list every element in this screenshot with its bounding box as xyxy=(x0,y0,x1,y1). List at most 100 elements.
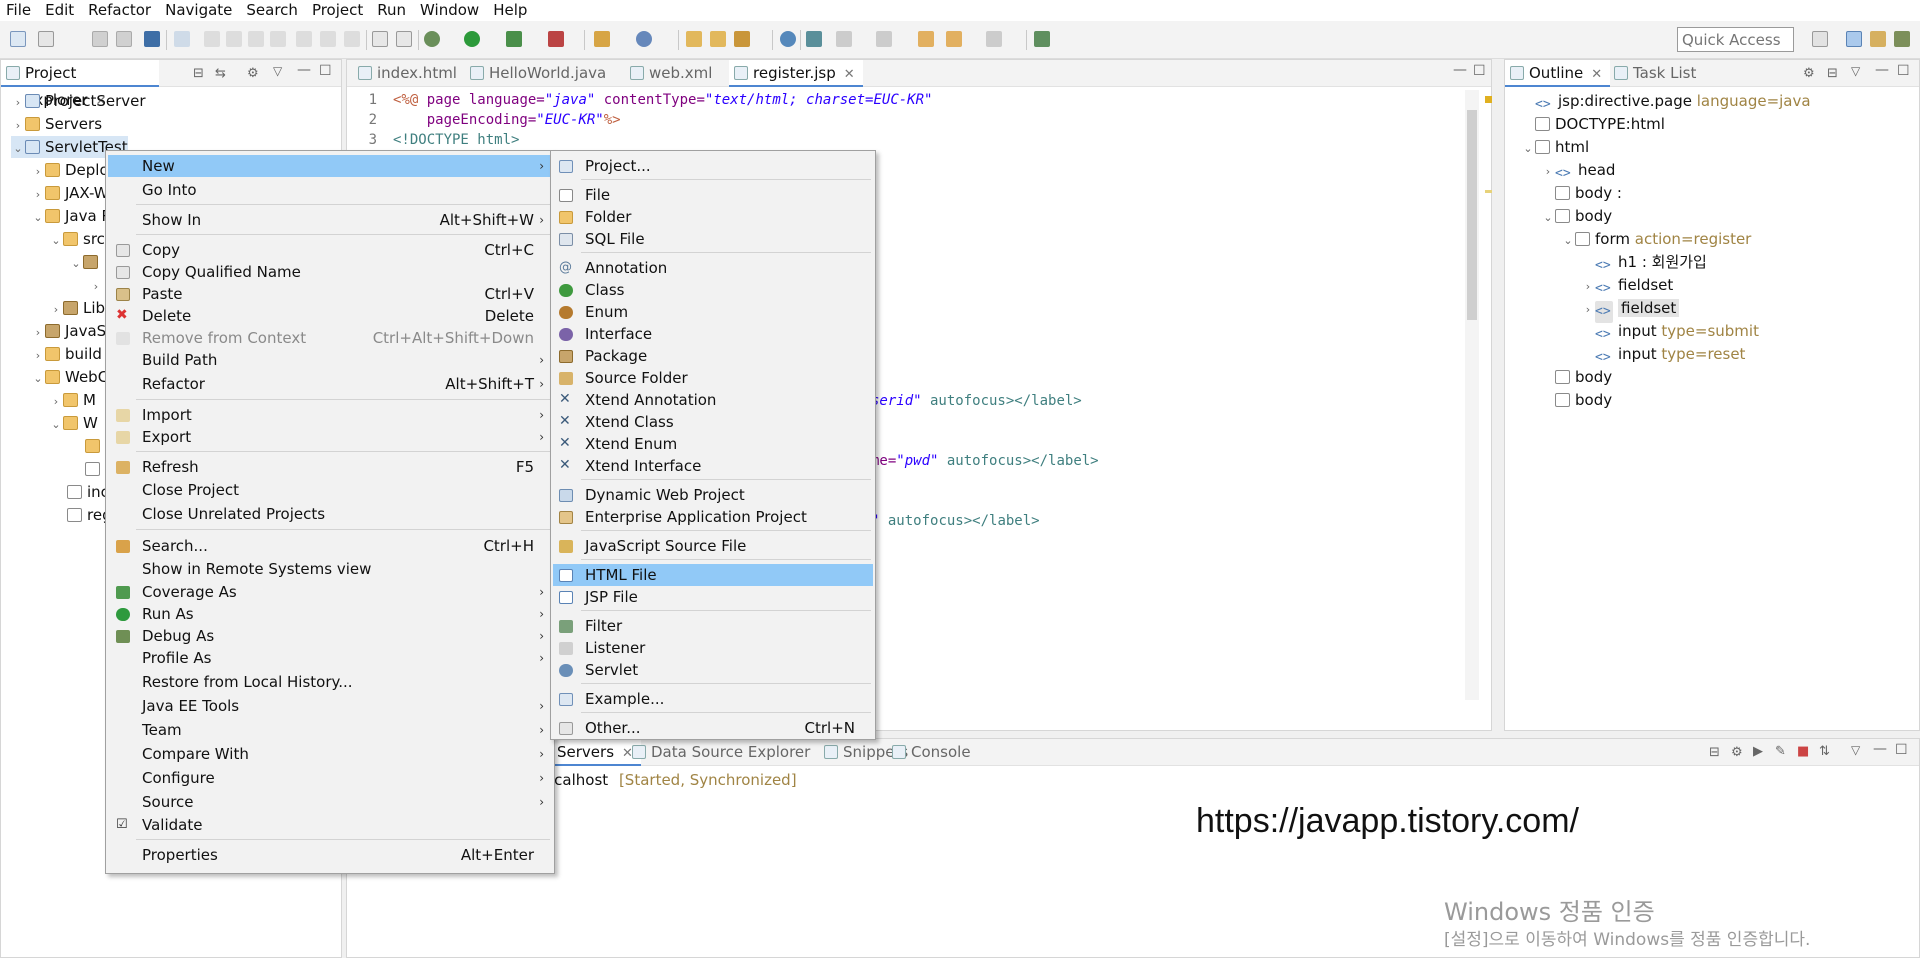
menu-item-configure[interactable]: Configure › xyxy=(108,767,552,789)
menu-item-debug-as[interactable]: Debug As › xyxy=(108,625,552,647)
submenu-item-example[interactable]: Example... xyxy=(553,688,873,710)
tree-item-package[interactable]: ⌄ xyxy=(69,251,103,273)
maximize-icon[interactable]: ☐ xyxy=(1895,742,1908,758)
back-icon[interactable] xyxy=(946,31,962,47)
minimize-icon[interactable]: — xyxy=(1873,741,1887,757)
browser-icon[interactable] xyxy=(780,31,796,47)
submenu-item-enterprise-app-project[interactable]: Enterprise Application Project xyxy=(553,506,873,528)
view-menu-icon[interactable]: ▽ xyxy=(1851,64,1860,78)
submenu-item-class[interactable]: Class xyxy=(553,279,873,301)
hide-fields-icon[interactable]: ⚙ xyxy=(1803,66,1815,81)
terminate-icon[interactable] xyxy=(248,31,264,47)
tree-item-build[interactable]: › build xyxy=(31,343,102,365)
tree-item-web-inf[interactable]: ⌄ W xyxy=(49,412,97,434)
toggle-word-wrap-icon[interactable] xyxy=(396,31,412,47)
tree-item-libraries[interactable]: › Lib xyxy=(49,297,105,319)
menu-item-restore-local-history[interactable]: Restore from Local History... xyxy=(108,671,552,693)
link-editor-icon[interactable]: ⇆ xyxy=(215,66,226,81)
external-tools-icon[interactable] xyxy=(548,31,564,47)
search-icon[interactable] xyxy=(734,31,750,47)
submenu-item-xtend-annotation[interactable]: ✕ Xtend Annotation xyxy=(553,389,873,411)
maximize-icon[interactable]: ☐ xyxy=(1897,63,1910,79)
overview-marker[interactable] xyxy=(1485,190,1492,193)
submenu-item-other[interactable]: Other... Ctrl+N xyxy=(553,717,873,739)
code-line-2[interactable]: pageEncoding="EUC-KR"%> xyxy=(393,112,621,128)
submenu-item-listener[interactable]: Listener xyxy=(553,637,873,659)
submenu-item-xtend-enum[interactable]: ✕ Xtend Enum xyxy=(553,433,873,455)
publish-icon[interactable]: ⇅ xyxy=(1819,744,1830,759)
menu-navigate[interactable]: Navigate xyxy=(159,0,240,21)
menu-item-compare-with[interactable]: Compare With › xyxy=(108,743,552,765)
start-server-icon[interactable]: ▶ xyxy=(1753,744,1763,759)
submenu-item-filter[interactable]: Filter xyxy=(553,615,873,637)
submenu-item-folder[interactable]: Folder xyxy=(553,206,873,228)
menu-run[interactable]: Run xyxy=(371,0,414,21)
code-fragment-3[interactable]: " autofocus></label> xyxy=(871,513,1040,529)
new-icon[interactable] xyxy=(10,31,26,47)
submenu-item-source-folder[interactable]: Source Folder xyxy=(553,367,873,389)
java-ee-perspective-icon[interactable] xyxy=(1846,31,1862,47)
submenu-item-xtend-class[interactable]: ✕ Xtend Class xyxy=(553,411,873,433)
menu-item-build-path[interactable]: Build Path › xyxy=(108,349,552,371)
step-return-icon[interactable] xyxy=(344,31,360,47)
menu-project[interactable]: Project xyxy=(306,0,371,21)
submenu-item-enum[interactable]: Enum xyxy=(553,301,873,323)
submenu-item-dynamic-web-project[interactable]: Dynamic Web Project xyxy=(553,484,873,506)
outline-item-body[interactable]: ⌄ body xyxy=(1541,205,1612,227)
outline-item-fieldset-selected[interactable]: › <> fieldset xyxy=(1581,297,1680,323)
tree-item-java-resources[interactable]: ⌄ Java R xyxy=(31,205,111,227)
menu-item-coverage-as[interactable]: Coverage As › xyxy=(108,581,552,603)
menu-file[interactable]: File xyxy=(0,0,39,21)
resume-icon[interactable] xyxy=(204,31,220,47)
menu-item-remove-from-context[interactable]: Remove from Context Ctrl+Alt+Shift+Down xyxy=(108,327,552,349)
outline-item-body-colon[interactable]: body : xyxy=(1541,182,1622,204)
quick-access-input[interactable] xyxy=(1677,27,1794,52)
code-fragment-pwd[interactable]: me="pwd" autofocus></label> xyxy=(871,453,1099,469)
debug-server-icon[interactable]: ⚙ xyxy=(1731,745,1743,760)
tab-outline[interactable]: Outline ✕ xyxy=(1505,60,1611,87)
menu-item-show-in-remote-systems[interactable]: Show in Remote Systems view xyxy=(108,558,552,580)
annotation-icon[interactable] xyxy=(806,31,822,47)
tree-item-index-html[interactable]: inc xyxy=(67,481,109,503)
submenu-item-sql-file[interactable]: SQL File xyxy=(553,228,873,250)
code-line-1[interactable]: <%@ page language="java" contentType="te… xyxy=(393,92,932,108)
menu-edit[interactable]: Edit xyxy=(39,0,82,21)
suspend-icon[interactable] xyxy=(226,31,242,47)
disconnect-icon[interactable] xyxy=(270,31,286,47)
new-dropdown-icon[interactable] xyxy=(38,31,54,47)
tree-item-projectserver[interactable]: › ProjectServer xyxy=(11,90,146,112)
menu-item-export[interactable]: Export › xyxy=(108,426,552,448)
submenu-item-interface[interactable]: Interface xyxy=(553,323,873,345)
menu-item-refactor[interactable]: Refactor Alt+Shift+T › xyxy=(108,373,552,395)
submenu-item-xtend-interface[interactable]: ✕ Xtend Interface xyxy=(553,455,873,477)
pin-editor-icon[interactable] xyxy=(1034,31,1050,47)
step-into-icon[interactable] xyxy=(296,31,312,47)
collapse-all-icon[interactable]: ⊟ xyxy=(1827,66,1838,81)
overview-marker[interactable] xyxy=(1485,96,1492,103)
tree-item-javascript[interactable]: › JavaS xyxy=(31,320,106,342)
profile-server-icon[interactable]: ✎ xyxy=(1775,744,1786,759)
menu-item-copy-qualified-name[interactable]: Copy Qualified Name xyxy=(108,261,552,283)
outline-item-form[interactable]: ⌄ form action=register xyxy=(1561,228,1751,250)
maximize-icon[interactable]: ☐ xyxy=(319,63,332,79)
menu-help[interactable]: Help xyxy=(487,0,535,21)
submenu-item-annotation[interactable]: @ Annotation xyxy=(553,257,873,279)
tab-web-xml[interactable]: web.xml xyxy=(625,60,720,87)
menu-item-refresh[interactable]: Refresh F5 xyxy=(108,456,552,478)
terminal-icon[interactable] xyxy=(144,31,160,47)
menu-refactor[interactable]: Refactor xyxy=(82,0,159,21)
minimize-icon[interactable]: — xyxy=(1453,62,1467,78)
menu-item-properties[interactable]: Properties Alt+Enter xyxy=(108,844,552,866)
tree-item-webcontent[interactable]: ⌄ WebC xyxy=(31,366,108,388)
tree-item-package-child[interactable]: › xyxy=(89,274,103,296)
debug-icon[interactable] xyxy=(424,31,440,47)
tree-item-deployment[interactable]: › Deplo xyxy=(31,159,109,181)
run-icon[interactable] xyxy=(464,31,480,47)
menu-item-java-ee-tools[interactable]: Java EE Tools › xyxy=(108,695,552,717)
outline-item-head[interactable]: › <> head xyxy=(1541,159,1616,181)
coverage-icon[interactable] xyxy=(506,31,522,47)
new-server-icon[interactable] xyxy=(594,31,610,47)
outline-item-directive[interactable]: <> jsp:directive.page language=java xyxy=(1521,90,1811,112)
outline-item-body-2[interactable]: body xyxy=(1541,366,1612,388)
next-annotation-icon[interactable] xyxy=(836,31,852,47)
